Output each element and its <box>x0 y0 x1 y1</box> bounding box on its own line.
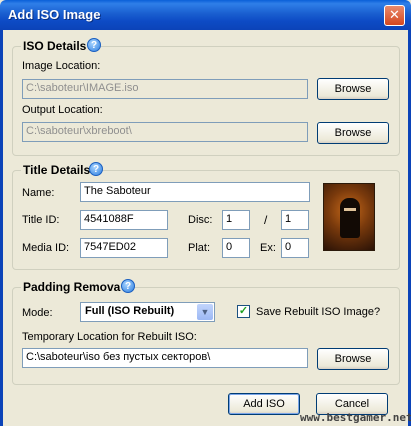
watermark-text: www.bestgamer.net <box>300 411 411 424</box>
window-title: Add ISO Image <box>8 7 101 22</box>
add-iso-button[interactable]: Add ISO <box>228 393 300 415</box>
help-icon[interactable]: ? <box>87 38 101 52</box>
output-location-field[interactable]: C:\saboteur\xbreboot\ <box>22 122 308 142</box>
name-label: Name: <box>22 187 55 199</box>
mode-select-value: Full (ISO Rebuilt) <box>85 305 175 317</box>
title-details-legend: Title Details <box>21 163 93 177</box>
disc-separator: / <box>264 213 268 227</box>
image-location-field[interactable]: C:\saboteur\IMAGE.iso <box>22 79 308 99</box>
close-button[interactable]: ✕ <box>384 5 405 26</box>
padding-removal-legend: Padding Remova <box>21 280 123 294</box>
mode-label: Mode: <box>22 307 53 319</box>
title-id-field[interactable]: 4541088F <box>80 210 168 230</box>
media-id-field[interactable]: 7547ED02 <box>80 238 168 258</box>
game-cover-image <box>323 183 375 251</box>
image-browse-button[interactable]: Browse <box>317 78 389 100</box>
help-icon[interactable]: ? <box>121 279 135 293</box>
plat-label: Plat: <box>188 242 211 254</box>
cover-figure-eyes <box>344 208 356 211</box>
disc-total-field[interactable]: 1 <box>281 210 309 230</box>
title-id-label: Title ID: <box>22 214 60 226</box>
save-rebuilt-label: Save Rebuilt ISO Image? <box>256 306 381 318</box>
temp-location-label: Temporary Location for Rebuilt ISO: <box>22 331 197 343</box>
ex-field[interactable]: 0 <box>281 238 309 258</box>
ex-label: Ex: <box>260 242 276 254</box>
name-field[interactable]: The Saboteur <box>80 182 310 202</box>
iso-details-legend: ISO Details <box>21 39 89 53</box>
plat-field[interactable]: 0 <box>222 238 250 258</box>
output-location-label: Output Location: <box>22 104 103 116</box>
save-rebuilt-checkbox[interactable]: ✓ <box>237 305 250 318</box>
disc-field[interactable]: 1 <box>222 210 250 230</box>
cover-figure <box>340 198 360 238</box>
image-location-label: Image Location: <box>22 60 101 72</box>
window-frame-left <box>0 30 3 426</box>
chevron-down-icon[interactable]: ▼ <box>197 304 213 320</box>
mode-select[interactable]: Full (ISO Rebuilt) ▼ <box>80 302 215 322</box>
media-id-label: Media ID: <box>22 242 70 254</box>
disc-label: Disc: <box>188 214 213 226</box>
help-icon[interactable]: ? <box>89 162 103 176</box>
add-iso-dialog: Add ISO Image ✕ ISO Details ? Image Loca… <box>0 0 411 426</box>
temp-location-field[interactable]: C:\saboteur\iso без пустых секторов\ <box>22 348 308 368</box>
temp-browse-button[interactable]: Browse <box>317 348 389 370</box>
title-bar[interactable]: Add ISO Image ✕ <box>0 0 411 30</box>
output-browse-button[interactable]: Browse <box>317 122 389 144</box>
